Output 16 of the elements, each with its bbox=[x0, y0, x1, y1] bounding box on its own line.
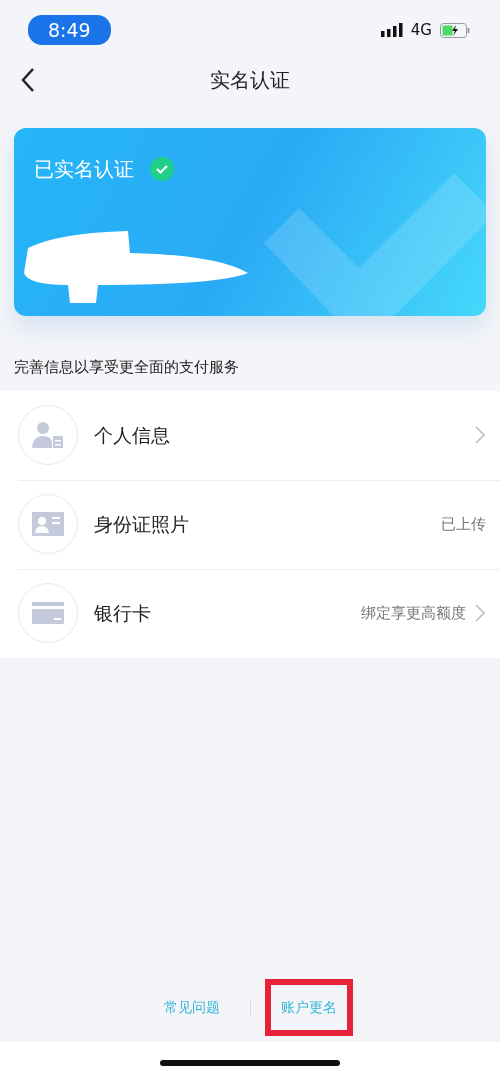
home-indicator[interactable] bbox=[160, 1059, 340, 1066]
row-label: 银行卡 bbox=[94, 600, 152, 626]
row-label: 个人信息 bbox=[94, 422, 171, 448]
network-type: 4G bbox=[410, 19, 432, 41]
signal-icon bbox=[380, 23, 403, 37]
battery-icon bbox=[440, 22, 470, 38]
row-label: 身份证照片 bbox=[94, 511, 190, 537]
status-time: 8:49 bbox=[28, 14, 111, 46]
list-row[interactable]: 身份证照片 已上传 bbox=[0, 479, 500, 569]
section-subtitle: 完善信息以享受更全面的支付服务 bbox=[14, 357, 240, 378]
row-value: 已上传 bbox=[441, 513, 486, 535]
verified-label: 已实名认证 bbox=[34, 156, 134, 183]
list-row[interactable]: 个人信息 bbox=[0, 390, 500, 480]
page-title: 实名认证 bbox=[210, 67, 290, 94]
list-row[interactable]: 银行卡 绑定享更高额度 bbox=[0, 568, 500, 658]
row-value: 绑定享更高额度 bbox=[361, 602, 466, 624]
